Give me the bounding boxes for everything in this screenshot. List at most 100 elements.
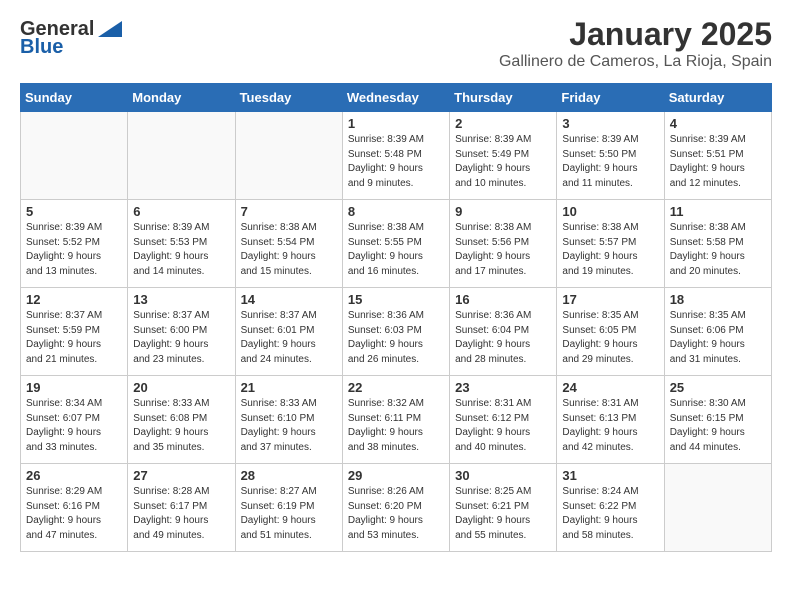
calendar-cell: 11Sunrise: 8:38 AMSunset: 5:58 PMDayligh…	[664, 200, 771, 288]
day-number: 5	[26, 204, 122, 219]
calendar-cell: 28 Sunrise: 8:27 AMSunset: 6:19 PMDayligh…	[235, 464, 342, 552]
day-number: 8	[348, 204, 444, 219]
day-number: 23	[455, 380, 551, 395]
day-number: 4	[670, 116, 766, 131]
weekday-thursday: Thursday	[450, 84, 557, 112]
calendar-cell: 7Sunrise: 8:38 AMSunset: 5:54 PMDaylight…	[235, 200, 342, 288]
day-info: Sunrise: 8:29 AMSunset: 6:16 PMDaylight:…	[26, 485, 122, 543]
day-info: Sunrise: 8:38 AMSunset: 5:55 PMDaylight:…	[348, 221, 444, 279]
day-number: 14	[241, 292, 337, 307]
day-info: Sunrise: 8:30 AMSunset: 6:15 PMDaylight:…	[670, 397, 766, 455]
calendar-cell: 31 Sunrise: 8:24 AMSunset: 6:22 PMDayligh…	[557, 464, 664, 552]
calendar-cell: 23 Sunrise: 8:31 AMSunset: 6:12 PMDayligh…	[450, 376, 557, 464]
calendar-cell: 19Sunrise: 8:34 AMSunset: 6:07 PMDayligh…	[21, 376, 128, 464]
page-container: General Blue January 2025 Gallinero de C…	[0, 0, 792, 568]
week-row-5: 26 Sunrise: 8:29 AMSunset: 6:16 PMDayligh…	[21, 464, 772, 552]
calendar-cell: 10Sunrise: 8:38 AMSunset: 5:57 PMDayligh…	[557, 200, 664, 288]
day-info: Sunrise: 8:37 AMSunset: 6:01 PMDaylight:…	[241, 309, 337, 367]
logo: General Blue	[20, 16, 122, 59]
day-number: 30	[455, 468, 551, 483]
calendar-cell: 18Sunrise: 8:35 AMSunset: 6:06 PMDayligh…	[664, 288, 771, 376]
calendar-cell: 3 Sunrise: 8:39 AMSunset: 5:50 PMDaylight…	[557, 112, 664, 200]
day-number: 20	[133, 380, 229, 395]
calendar-cell: 29 Sunrise: 8:26 AMSunset: 6:20 PMDayligh…	[342, 464, 449, 552]
calendar-cell: 4 Sunrise: 8:39 AMSunset: 5:51 PMDaylight…	[664, 112, 771, 200]
day-number: 12	[26, 292, 122, 307]
calendar-cell: 2 Sunrise: 8:39 AMSunset: 5:49 PMDaylight…	[450, 112, 557, 200]
day-number: 3	[562, 116, 658, 131]
day-number: 24	[562, 380, 658, 395]
day-number: 15	[348, 292, 444, 307]
title-block: January 2025 Gallinero de Cameros, La Ri…	[499, 16, 772, 71]
logo-blue: Blue	[20, 36, 63, 59]
day-number: 31	[562, 468, 658, 483]
calendar-cell	[21, 112, 128, 200]
day-info: Sunrise: 8:36 AMSunset: 6:03 PMDaylight:…	[348, 309, 444, 367]
day-info: Sunrise: 8:28 AMSunset: 6:17 PMDaylight:…	[133, 485, 229, 543]
calendar-cell: 12 Sunrise: 8:37 AMSunset: 5:59 PMDayligh…	[21, 288, 128, 376]
calendar-cell: 16Sunrise: 8:36 AMSunset: 6:04 PMDayligh…	[450, 288, 557, 376]
day-number: 2	[455, 116, 551, 131]
week-row-2: 5 Sunrise: 8:39 AMSunset: 5:52 PMDaylight…	[21, 200, 772, 288]
day-number: 7	[241, 204, 337, 219]
day-info: Sunrise: 8:35 AMSunset: 6:05 PMDaylight:…	[562, 309, 658, 367]
weekday-friday: Friday	[557, 84, 664, 112]
page-header: General Blue January 2025 Gallinero de C…	[20, 16, 772, 71]
day-info: Sunrise: 8:39 AMSunset: 5:52 PMDaylight:…	[26, 221, 122, 279]
day-info: Sunrise: 8:31 AMSunset: 6:13 PMDaylight:…	[562, 397, 658, 455]
day-number: 29	[348, 468, 444, 483]
calendar-cell	[664, 464, 771, 552]
day-number: 1	[348, 116, 444, 131]
calendar-cell: 17 Sunrise: 8:35 AMSunset: 6:05 PMDayligh…	[557, 288, 664, 376]
day-number: 18	[670, 292, 766, 307]
calendar-cell: 30Sunrise: 8:25 AMSunset: 6:21 PMDayligh…	[450, 464, 557, 552]
weekday-header-row: SundayMondayTuesdayWednesdayThursdayFrid…	[21, 84, 772, 112]
day-number: 6	[133, 204, 229, 219]
calendar-cell: 21Sunrise: 8:33 AMSunset: 6:10 PMDayligh…	[235, 376, 342, 464]
day-info: Sunrise: 8:36 AMSunset: 6:04 PMDaylight:…	[455, 309, 551, 367]
day-number: 11	[670, 204, 766, 219]
day-info: Sunrise: 8:31 AMSunset: 6:12 PMDaylight:…	[455, 397, 551, 455]
week-row-4: 19Sunrise: 8:34 AMSunset: 6:07 PMDayligh…	[21, 376, 772, 464]
day-info: Sunrise: 8:34 AMSunset: 6:07 PMDaylight:…	[26, 397, 122, 455]
day-info: Sunrise: 8:37 AMSunset: 6:00 PMDaylight:…	[133, 309, 229, 367]
day-info: Sunrise: 8:38 AMSunset: 5:57 PMDaylight:…	[562, 221, 658, 279]
day-info: Sunrise: 8:39 AMSunset: 5:49 PMDaylight:…	[455, 133, 551, 191]
day-info: Sunrise: 8:26 AMSunset: 6:20 PMDaylight:…	[348, 485, 444, 543]
weekday-tuesday: Tuesday	[235, 84, 342, 112]
calendar-cell: 24 Sunrise: 8:31 AMSunset: 6:13 PMDayligh…	[557, 376, 664, 464]
calendar-cell: 5 Sunrise: 8:39 AMSunset: 5:52 PMDaylight…	[21, 200, 128, 288]
day-number: 13	[133, 292, 229, 307]
weekday-sunday: Sunday	[21, 84, 128, 112]
weekday-saturday: Saturday	[664, 84, 771, 112]
calendar-cell: 8 Sunrise: 8:38 AMSunset: 5:55 PMDaylight…	[342, 200, 449, 288]
day-info: Sunrise: 8:39 AMSunset: 5:51 PMDaylight:…	[670, 133, 766, 191]
day-number: 25	[670, 380, 766, 395]
calendar-cell: 20Sunrise: 8:33 AMSunset: 6:08 PMDayligh…	[128, 376, 235, 464]
calendar-cell: 9 Sunrise: 8:38 AMSunset: 5:56 PMDaylight…	[450, 200, 557, 288]
day-info: Sunrise: 8:39 AMSunset: 5:50 PMDaylight:…	[562, 133, 658, 191]
day-info: Sunrise: 8:37 AMSunset: 5:59 PMDaylight:…	[26, 309, 122, 367]
week-row-3: 12 Sunrise: 8:37 AMSunset: 5:59 PMDayligh…	[21, 288, 772, 376]
day-info: Sunrise: 8:39 AMSunset: 5:53 PMDaylight:…	[133, 221, 229, 279]
calendar-cell: 6 Sunrise: 8:39 AMSunset: 5:53 PMDaylight…	[128, 200, 235, 288]
day-number: 21	[241, 380, 337, 395]
day-number: 17	[562, 292, 658, 307]
calendar-cell: 25 Sunrise: 8:30 AMSunset: 6:15 PMDayligh…	[664, 376, 771, 464]
calendar-cell: 14 Sunrise: 8:37 AMSunset: 6:01 PMDayligh…	[235, 288, 342, 376]
week-row-1: 1 Sunrise: 8:39 AMSunset: 5:48 PMDaylight…	[21, 112, 772, 200]
day-info: Sunrise: 8:39 AMSunset: 5:48 PMDaylight:…	[348, 133, 444, 191]
weekday-wednesday: Wednesday	[342, 84, 449, 112]
day-number: 28	[241, 468, 337, 483]
day-number: 9	[455, 204, 551, 219]
calendar-cell: 13 Sunrise: 8:37 AMSunset: 6:00 PMDayligh…	[128, 288, 235, 376]
calendar-cell: 22Sunrise: 8:32 AMSunset: 6:11 PMDayligh…	[342, 376, 449, 464]
day-number: 27	[133, 468, 229, 483]
day-number: 26	[26, 468, 122, 483]
day-info: Sunrise: 8:27 AMSunset: 6:19 PMDaylight:…	[241, 485, 337, 543]
day-info: Sunrise: 8:24 AMSunset: 6:22 PMDaylight:…	[562, 485, 658, 543]
logo-icon	[98, 21, 122, 37]
day-info: Sunrise: 8:38 AMSunset: 5:56 PMDaylight:…	[455, 221, 551, 279]
calendar-cell: 27 Sunrise: 8:28 AMSunset: 6:17 PMDayligh…	[128, 464, 235, 552]
calendar-cell	[128, 112, 235, 200]
